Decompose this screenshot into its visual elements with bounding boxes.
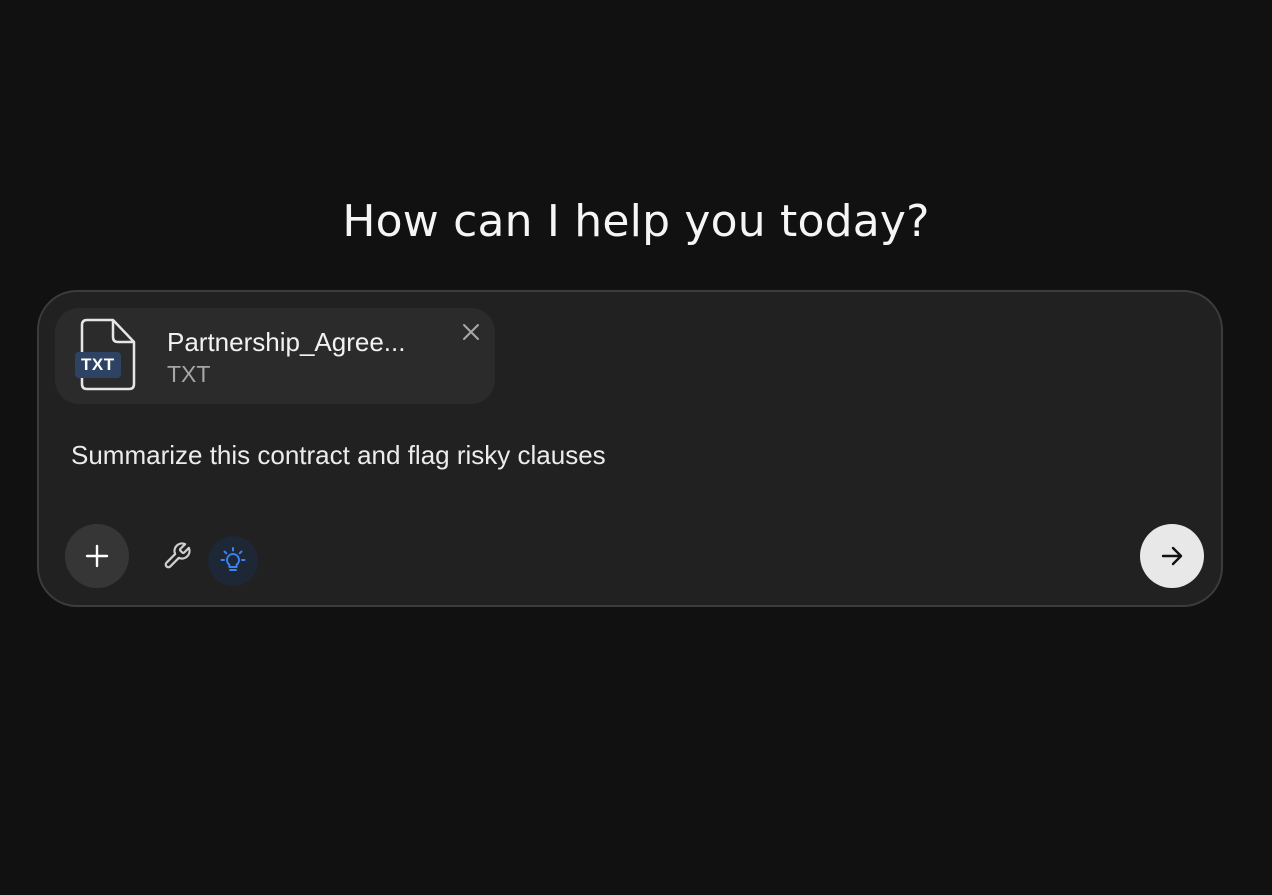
page: How can I help you today? TXT Partnershi… xyxy=(0,0,1272,895)
remove-attachment-close-icon[interactable] xyxy=(459,320,483,344)
file-type-badge: TXT xyxy=(75,352,121,378)
file-attachment-card[interactable]: TXT Partnership_Agree... TXT xyxy=(55,308,495,404)
plus-icon xyxy=(85,544,109,568)
prompt-input[interactable]: Summarize this contract and flag risky c… xyxy=(71,440,606,471)
file-type-label: TXT xyxy=(167,361,211,387)
arrow-right-icon xyxy=(1161,546,1183,566)
idea-mode-button[interactable] xyxy=(208,536,258,586)
add-button[interactable] xyxy=(65,524,129,588)
chat-composer: TXT Partnership_Agree... TXT Summarize t… xyxy=(37,290,1223,607)
tools-button[interactable] xyxy=(157,536,197,576)
send-button[interactable] xyxy=(1140,524,1204,588)
lightbulb-icon xyxy=(220,547,246,571)
wrench-icon xyxy=(164,542,191,569)
file-name: Partnership_Agree... xyxy=(167,327,406,357)
page-title: How can I help you today? xyxy=(342,196,930,247)
